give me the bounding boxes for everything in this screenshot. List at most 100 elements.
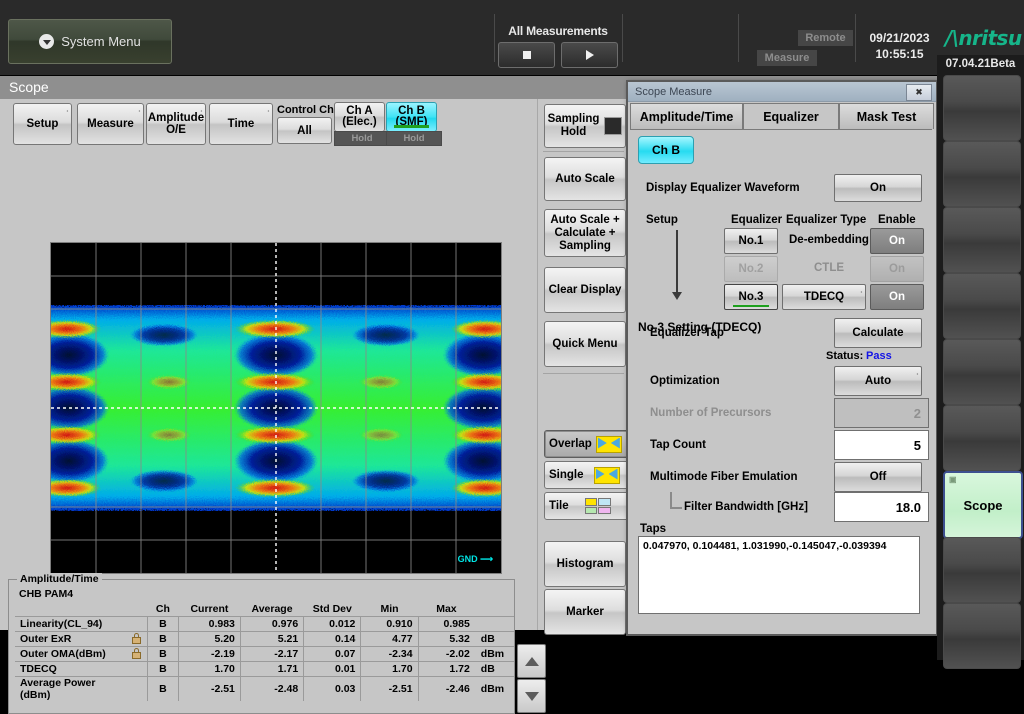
table-row[interactable]: Outer ExR B 5.20 5.21 0.14 4.77 5.32 dB bbox=[15, 631, 514, 647]
toolbar-measure-button[interactable]: ˲ Measure bbox=[77, 103, 144, 145]
dialog-channel-b-button[interactable]: Ch B bbox=[638, 136, 694, 164]
scope-measure-dialog: Scope Measure ✖ Amplitude/Time Equalizer… bbox=[626, 80, 938, 636]
row-lock bbox=[127, 631, 148, 647]
sidebar-item-empty-1[interactable] bbox=[943, 141, 1021, 207]
channel-b-hold-button[interactable]: Hold bbox=[386, 131, 442, 146]
row-lock bbox=[127, 676, 148, 701]
tap-count-field[interactable]: 5 bbox=[834, 430, 929, 460]
channel-a-hold-button[interactable]: Hold bbox=[334, 131, 390, 146]
quick-menu-button[interactable]: Quick Menu bbox=[544, 321, 626, 367]
eye-diagram-svg bbox=[51, 243, 501, 573]
control-ch-select[interactable]: All bbox=[277, 117, 332, 144]
col-average: Average bbox=[251, 603, 293, 615]
mmf-emulation-toggle[interactable]: Off bbox=[834, 462, 922, 492]
table-row[interactable]: Outer OMA(dBm) B -2.19 -2.17 0.07 -2.34 -2.02 d… bbox=[15, 646, 514, 662]
filter-bandwidth-field[interactable]: 18.0 bbox=[834, 492, 929, 522]
tree-elbow-icon bbox=[670, 492, 682, 509]
row-lock bbox=[127, 661, 148, 677]
tab-mask-test[interactable]: Mask Test bbox=[839, 103, 934, 129]
row-min: 0.910 bbox=[360, 616, 419, 632]
row-min: -2.51 bbox=[360, 676, 419, 701]
view-single-button[interactable]: Single bbox=[544, 461, 630, 489]
sidebar-item-empty-8[interactable] bbox=[943, 603, 1021, 669]
toolbar-time-label: Time bbox=[227, 118, 255, 130]
sampling-hold-line2: Hold bbox=[560, 126, 587, 138]
clear-display-button[interactable]: Clear Display bbox=[544, 267, 626, 313]
play-triangle-icon bbox=[585, 50, 594, 60]
toolbar-measure-label: Measure bbox=[87, 118, 134, 130]
toolbar-setup-button[interactable]: ˲ Setup bbox=[13, 103, 72, 145]
view-overlap-button[interactable]: Overlap bbox=[544, 430, 630, 458]
table-row[interactable]: TDECQ B 1.70 1.71 0.01 1.70 1.72 dB bbox=[15, 661, 514, 677]
row-max: -2.02 bbox=[417, 646, 475, 662]
channel-b-button[interactable]: Ch B (SMF) bbox=[386, 102, 437, 132]
eye-diagram-display[interactable]: GND ⟶ bbox=[50, 242, 502, 574]
triangle-up-icon bbox=[524, 656, 539, 666]
datetime-display: 09/21/2023 10:55:15 bbox=[862, 30, 937, 62]
optimization-value: Auto bbox=[864, 375, 892, 387]
setup-flow-arrow-line bbox=[676, 230, 678, 294]
equalizer-no3-selected-indicator bbox=[733, 305, 769, 307]
sampling-hold-indicator-icon bbox=[604, 117, 623, 135]
row-ch: B bbox=[146, 631, 179, 647]
toolbar-amplitude-label: Amplitude bbox=[147, 112, 205, 124]
sampling-hold-line1: Sampling bbox=[547, 113, 600, 125]
row-max: 1.72 bbox=[417, 661, 475, 677]
control-ch-value: All bbox=[297, 124, 312, 137]
auto-scale-calculate-sampling-button[interactable]: Auto Scale + Calculate + Sampling bbox=[544, 209, 626, 257]
system-menu-button[interactable]: System Menu bbox=[8, 19, 172, 64]
equalizer-no3-enable[interactable]: On bbox=[870, 284, 924, 310]
equalizer-column-header: Equalizer bbox=[731, 214, 783, 226]
sidebar-item-scope[interactable]: ▣ Scope bbox=[943, 471, 1023, 539]
system-menu-label: System Menu bbox=[61, 34, 141, 49]
equalizer-no1-enable[interactable]: On bbox=[870, 228, 924, 254]
equalizer-no3-button[interactable]: No.3 bbox=[724, 284, 778, 310]
status-label: Status: bbox=[826, 350, 864, 362]
display-eq-waveform-toggle[interactable]: On bbox=[834, 174, 922, 202]
marker-button[interactable]: Marker bbox=[544, 589, 626, 635]
optimization-button[interactable]: ˲ Auto bbox=[834, 366, 922, 396]
divider bbox=[855, 14, 856, 62]
row-min: -2.34 bbox=[360, 646, 419, 662]
equalizer-tap-label: Equalizer Tap bbox=[650, 327, 724, 339]
calculate-button[interactable]: Calculate bbox=[834, 318, 922, 348]
toolbar-time-button[interactable]: ˲ Time bbox=[209, 103, 273, 145]
mmf-emulation-label: Multimode Fiber Emulation bbox=[650, 471, 798, 483]
tab-amplitude-time[interactable]: Amplitude/Time bbox=[630, 103, 743, 129]
row-current: 0.983 bbox=[177, 616, 241, 632]
equalizer-no3-type-button[interactable]: ˲ TDECQ bbox=[782, 284, 866, 310]
histogram-button[interactable]: Histogram bbox=[544, 541, 626, 587]
sampling-hold-button[interactable]: Sampling Hold bbox=[544, 104, 626, 148]
tap-count-label: Tap Count bbox=[650, 439, 706, 451]
sidebar-item-empty-0[interactable] bbox=[943, 75, 1021, 141]
sidebar-item-empty-3[interactable] bbox=[943, 273, 1021, 339]
taps-field[interactable]: 0.047970, 0.104481, 1.031990,-0.145047,-… bbox=[638, 536, 920, 614]
tab-equalizer[interactable]: Equalizer bbox=[743, 103, 839, 130]
dialog-body: Ch B Display Equalizer Waveform On Setup… bbox=[630, 129, 932, 631]
equalizer-no1-button[interactable]: No.1 bbox=[724, 228, 778, 254]
sidebar-item-empty-7[interactable] bbox=[943, 537, 1021, 603]
toolbar-amplitude-oe-button[interactable]: ˲ Amplitude O/E bbox=[146, 103, 206, 145]
row-max: -2.46 bbox=[417, 676, 475, 701]
col-current: Current bbox=[190, 603, 229, 615]
table-row[interactable]: Average Power (dBm) B -2.51 -2.48 0.03 -2.51-… bbox=[15, 676, 514, 701]
col-ch: Ch bbox=[155, 603, 170, 615]
start-measurement-button[interactable] bbox=[561, 42, 618, 68]
row-lock bbox=[127, 616, 148, 632]
row-name: Outer OMA(dBm) bbox=[15, 646, 128, 662]
scroll-down-button[interactable] bbox=[517, 679, 546, 713]
scroll-up-button[interactable] bbox=[517, 644, 546, 678]
channel-a-button[interactable]: Ch A (Elec.) bbox=[334, 102, 385, 132]
submenu-indicator-icon: ˲ bbox=[267, 102, 270, 112]
dialog-title-bar[interactable]: Scope Measure ✖ bbox=[628, 82, 936, 102]
stop-measurement-button[interactable] bbox=[498, 42, 555, 68]
view-tile-button[interactable]: Tile bbox=[544, 492, 630, 520]
row-current: 1.70 bbox=[177, 661, 241, 677]
sidebar-item-empty-5[interactable] bbox=[943, 405, 1021, 471]
auto-scale-button[interactable]: Auto Scale bbox=[544, 157, 626, 201]
table-row[interactable]: Linearity(CL_94) B 0.983 0.976 0.012 0.910 0.9… bbox=[15, 616, 514, 632]
sidebar-item-empty-4[interactable] bbox=[943, 339, 1021, 405]
close-icon[interactable]: ✖ bbox=[906, 84, 932, 101]
sidebar-item-empty-2[interactable] bbox=[943, 207, 1021, 273]
row-average: 5.21 bbox=[239, 631, 304, 647]
